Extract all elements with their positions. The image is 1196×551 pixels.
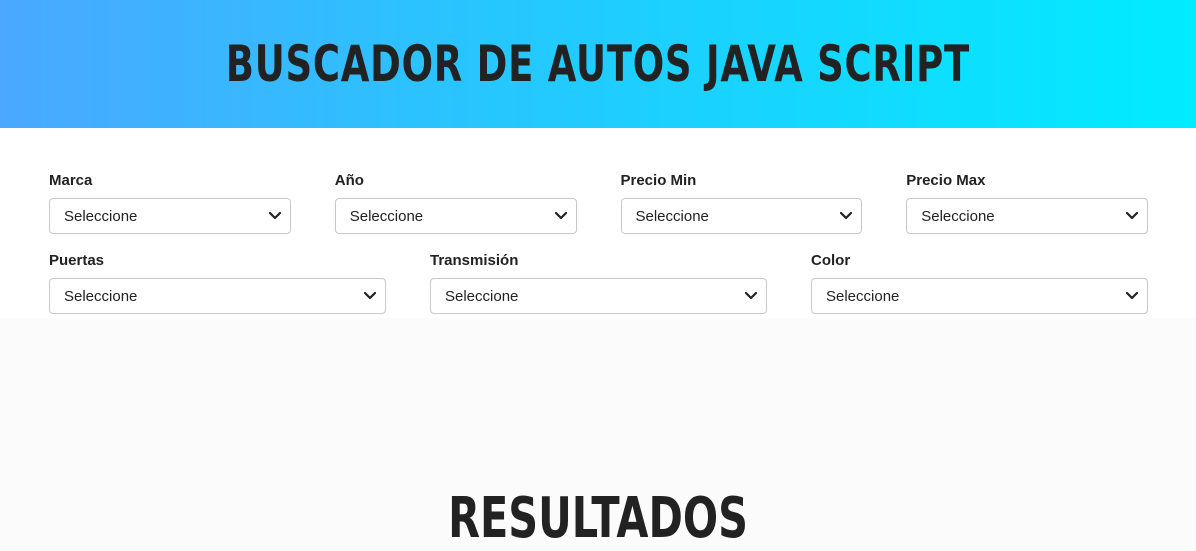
precio-min-select-value: Seleccione (635, 207, 709, 225)
chevron-down-icon (1125, 289, 1139, 303)
transmision-select[interactable]: Seleccione (430, 278, 767, 314)
chevron-down-icon (268, 209, 282, 223)
chevron-down-icon (363, 289, 377, 303)
anio-label: Año (334, 172, 364, 189)
precio-max-select[interactable]: Seleccione (906, 198, 1148, 234)
marca-select-value: Seleccione (64, 207, 138, 225)
precio-min-label: Precio Min (620, 172, 697, 189)
field-precio-min: Precio Min Seleccione (620, 172, 863, 234)
results-title: Resultados (448, 486, 748, 551)
filters-row-1: Marca Seleccione Año Seleccione Precio M… (49, 172, 1148, 234)
anio-select-value: Seleccione (349, 207, 424, 225)
puertas-select-value: Seleccione (64, 287, 138, 305)
anio-select[interactable]: Seleccione (334, 198, 577, 234)
page-title: Buscador de Autos Java Script (225, 35, 971, 93)
color-select[interactable]: Seleccione (811, 278, 1148, 314)
color-label: Color (811, 252, 851, 269)
field-color: Color Seleccione (811, 252, 1148, 314)
precio-max-select-value: Seleccione (921, 207, 995, 225)
marca-label: Marca (49, 172, 93, 189)
chevron-down-icon (744, 289, 758, 303)
precio-min-select[interactable]: Seleccione (620, 198, 863, 234)
field-marca: Marca Seleccione (49, 172, 291, 234)
results-section: Resultados (0, 318, 1196, 551)
chevron-down-icon (1125, 209, 1139, 223)
transmision-select-value: Seleccione (445, 287, 519, 305)
filters-row-2: Puertas Seleccione Transmisión Seleccion… (49, 252, 1148, 314)
puertas-label: Puertas (49, 252, 105, 269)
field-precio-max: Precio Max Seleccione (906, 172, 1148, 234)
page-header: Buscador de Autos Java Script (0, 0, 1196, 128)
field-transmision: Transmisión Seleccione (430, 252, 767, 314)
precio-max-label: Precio Max (906, 172, 986, 189)
puertas-select[interactable]: Seleccione (49, 278, 386, 314)
filters-form: Marca Seleccione Año Seleccione Precio M… (0, 128, 1196, 318)
marca-select[interactable]: Seleccione (49, 198, 291, 234)
color-select-value: Seleccione (826, 287, 900, 305)
chevron-down-icon (554, 209, 568, 223)
field-puertas: Puertas Seleccione (49, 252, 386, 314)
transmision-label: Transmisión (430, 252, 519, 269)
field-anio: Año Seleccione (334, 172, 577, 234)
chevron-down-icon (839, 209, 853, 223)
